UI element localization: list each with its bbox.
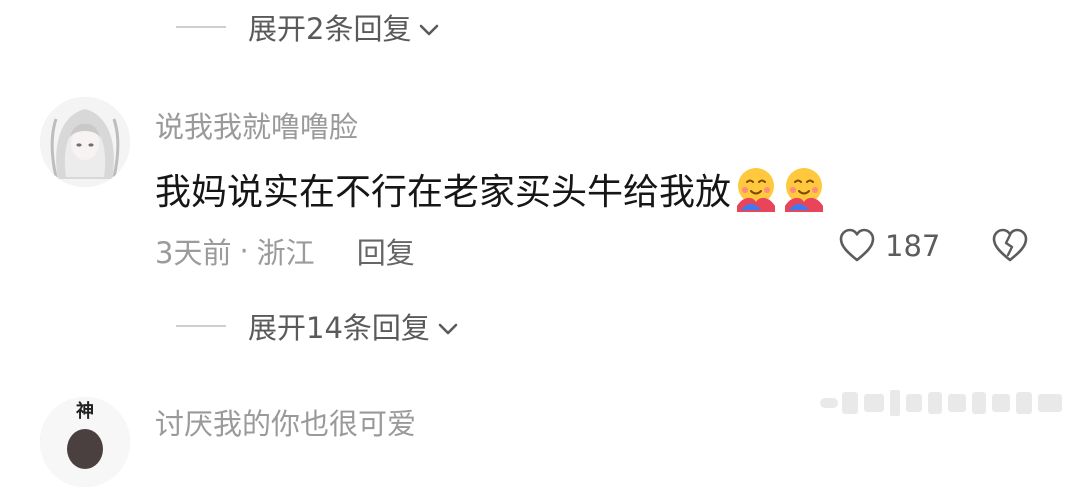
reply-button[interactable]: 回复 [357, 230, 415, 272]
divider-line [176, 325, 226, 327]
comment-text: 我妈说实在不行在老家买头牛给我放 [155, 163, 827, 215]
expand-replies-label: 展开2条回复 [248, 12, 412, 46]
dislike-button[interactable] [990, 226, 1030, 266]
comment-location: 浙江 [256, 236, 315, 270]
expand-replies-button[interactable]: 展开14条回复 [176, 305, 460, 347]
avatar[interactable]: 神 [40, 397, 130, 487]
comment-meta: 3天前 · 浙江 回复 [155, 230, 415, 272]
chevron-down-icon [417, 15, 441, 39]
meta-separator: · [239, 234, 249, 268]
broken-heart-icon [992, 228, 1028, 262]
comment-body: 我妈说实在不行在老家买头牛给我放 [155, 172, 732, 213]
avatar-text: 神 [76, 401, 94, 422]
avatar[interactable] [40, 97, 130, 187]
hug-emoji-icon [733, 166, 779, 212]
heart-icon [839, 228, 875, 262]
expand-replies-button[interactable]: 展开2条回复 [176, 6, 441, 48]
hug-emoji-icon [781, 166, 827, 212]
divider-line [176, 26, 226, 28]
comment-username[interactable]: 讨厌我的你也很可爱 [155, 401, 416, 443]
chevron-down-icon [436, 314, 460, 338]
comment-username[interactable]: 说我我就噜噜脸 [155, 104, 358, 146]
comment-time: 3天前 [155, 236, 232, 270]
watermark-logo [820, 390, 1062, 416]
expand-replies-label: 展开14条回复 [248, 311, 430, 345]
like-button[interactable]: 187 [837, 226, 940, 266]
like-count: 187 [885, 229, 941, 263]
